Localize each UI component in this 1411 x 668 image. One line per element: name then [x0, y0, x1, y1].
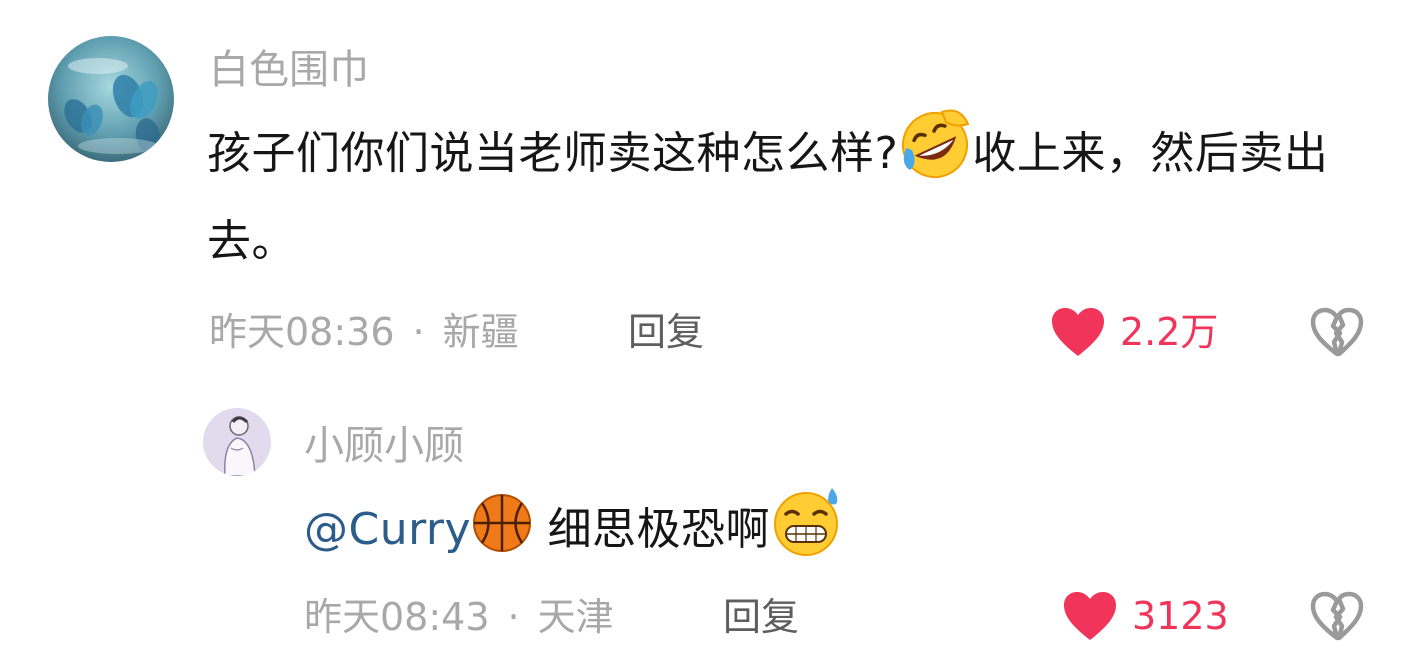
comment-meta: 昨天08:36 · 新疆 [209, 313, 519, 351]
heart-icon [1064, 592, 1116, 640]
dislike-button[interactable] [1309, 590, 1365, 642]
rolling-on-floor-laughing-emoji [898, 108, 972, 182]
comment-time: 昨天08:43 [304, 595, 490, 639]
like-button[interactable]: 3123 [1062, 590, 1229, 642]
like-count: 2.2万 [1120, 310, 1219, 354]
comment-location: 天津 [537, 595, 614, 639]
comment-thread: 白色围巾 孩子们你们说当老师卖这种怎么样? 收上来，然后卖出去。 昨天08:36… [0, 0, 1411, 668]
basketball-emoji [471, 492, 533, 554]
comment-text-part: 孩子们你们说当老师卖这种怎么样? [207, 128, 899, 179]
avatar[interactable] [203, 408, 271, 476]
broken-heart-icon [1310, 307, 1364, 357]
dislike-button[interactable] [1309, 306, 1365, 358]
comment-username[interactable]: 白色围巾 [209, 50, 369, 90]
comment-text-part: 细思极恐啊 [547, 504, 771, 555]
comment-username[interactable]: 小顾小顾 [304, 426, 464, 466]
comment-location: 新疆 [442, 310, 519, 354]
comment-time: 昨天08:36 [209, 310, 395, 354]
reply-button[interactable]: 回复 [628, 313, 704, 351]
mention-link[interactable]: @Curry [304, 504, 471, 555]
meta-separator: · [412, 310, 425, 354]
heart-icon [1052, 308, 1104, 356]
like-button[interactable]: 2.2万 [1050, 306, 1218, 358]
comment-text: @Curry 细思极恐啊 [304, 484, 1354, 574]
like-count: 3123 [1132, 594, 1229, 638]
comment-text: 孩子们你们说当老师卖这种怎么样? 收上来，然后卖出去。 [207, 108, 1377, 286]
sketch-avatar-image [203, 408, 271, 476]
reply-button[interactable]: 回复 [723, 598, 799, 636]
comment-meta: 昨天08:43 · 天津 [304, 598, 614, 636]
broken-heart-icon [1310, 591, 1364, 641]
grinning-sweat-emoji [770, 484, 844, 558]
butterfly-avatar-image [48, 36, 174, 162]
avatar[interactable] [48, 36, 174, 162]
meta-separator: · [507, 595, 520, 639]
